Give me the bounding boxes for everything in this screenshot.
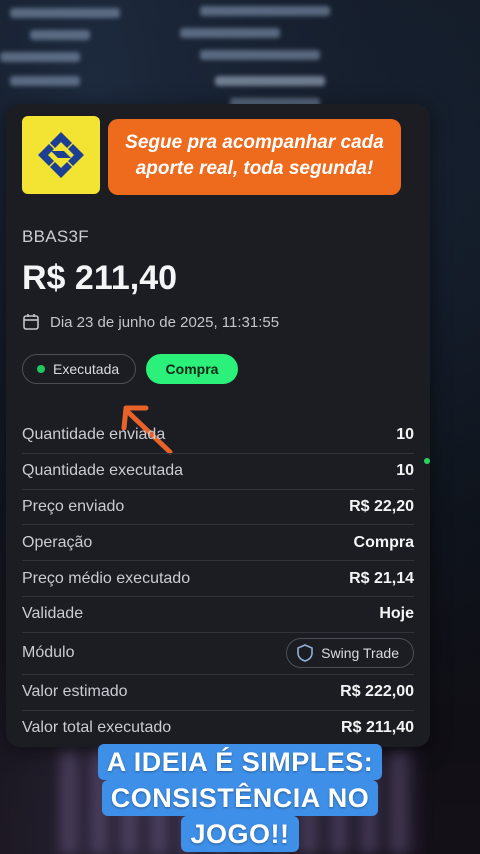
side-badge: Compra [146,354,238,384]
detail-label: Módulo [22,644,75,662]
detail-row-estimated-value: Valor estimado R$ 222,00 [22,675,414,711]
detail-value: R$ 21,14 [349,569,414,587]
status-label: Executada [53,361,120,377]
detail-value: R$ 211,40 [341,719,414,737]
banco-do-brasil-logo-icon [38,132,84,178]
detail-label: Valor total executado [22,719,172,737]
ticker-background [0,0,480,120]
status-dot-icon [37,365,45,373]
module-badge[interactable]: Swing Trade [286,638,414,669]
detail-label: Validade [22,605,84,623]
detail-label: Preço médio executado [22,569,191,587]
banner-line-1: Segue pra acompanhar cada [125,132,384,153]
caption-line-3: JOGO!! [181,816,299,852]
detail-value: 10 [396,426,414,444]
detail-row-executed-quantity: Quantidade executada 10 [22,454,414,490]
detail-label: Valor estimado [22,683,128,701]
detail-label: Preço enviado [22,497,125,515]
order-price: R$ 211,40 [22,259,178,297]
detail-value: 10 [396,462,414,480]
detail-row-sent-quantity: Quantidade enviada 10 [22,418,414,454]
detail-row-sent-price: Preço enviado R$ 22,20 [22,490,414,526]
detail-row-average-price: Preço médio executado R$ 21,14 [22,561,414,597]
detail-value: Hoje [379,605,414,623]
detail-value: R$ 22,20 [349,497,414,515]
detail-label: Quantidade executada [22,462,184,480]
shield-icon [297,644,313,663]
detail-value: Compra [353,533,414,551]
module-label: Swing Trade [321,645,399,662]
detail-value: R$ 222,00 [340,683,414,701]
detail-row-operation: Operação Compra [22,525,414,562]
detail-row-validity: Validade Hoje [22,597,414,633]
detail-row-module: Módulo Swing Trade [22,633,414,675]
status-badge: Executada [22,354,136,384]
bank-logo [22,116,100,194]
banner-line-2: aporte real, toda segunda! [135,158,374,179]
side-label: Compra [165,361,219,377]
asset-ticker: BBAS3F [22,227,89,246]
detail-label: Quantidade enviada [22,426,166,444]
indicator-dot [424,458,430,464]
caption-line-1: A IDEIA É SIMPLES: [97,744,383,780]
detail-label: Operação [22,533,93,551]
order-date-row: Dia 23 de junho de 2025, 11:31:55 [22,313,279,331]
calendar-icon [23,314,39,330]
order-date: Dia 23 de junho de 2025, 11:31:55 [50,313,280,331]
order-details: Quantidade enviada 10 Quantidade executa… [22,418,414,746]
caption-line-2: CONSISTÊNCIA NO [101,780,379,816]
video-caption: A IDEIA É SIMPLES: CONSISTÊNCIA NO JOGO!… [0,744,480,852]
follow-banner: Segue pra acompanhar cada aporte real, t… [108,119,401,195]
detail-row-total-executed: Valor total executado R$ 211,40 [22,711,414,747]
